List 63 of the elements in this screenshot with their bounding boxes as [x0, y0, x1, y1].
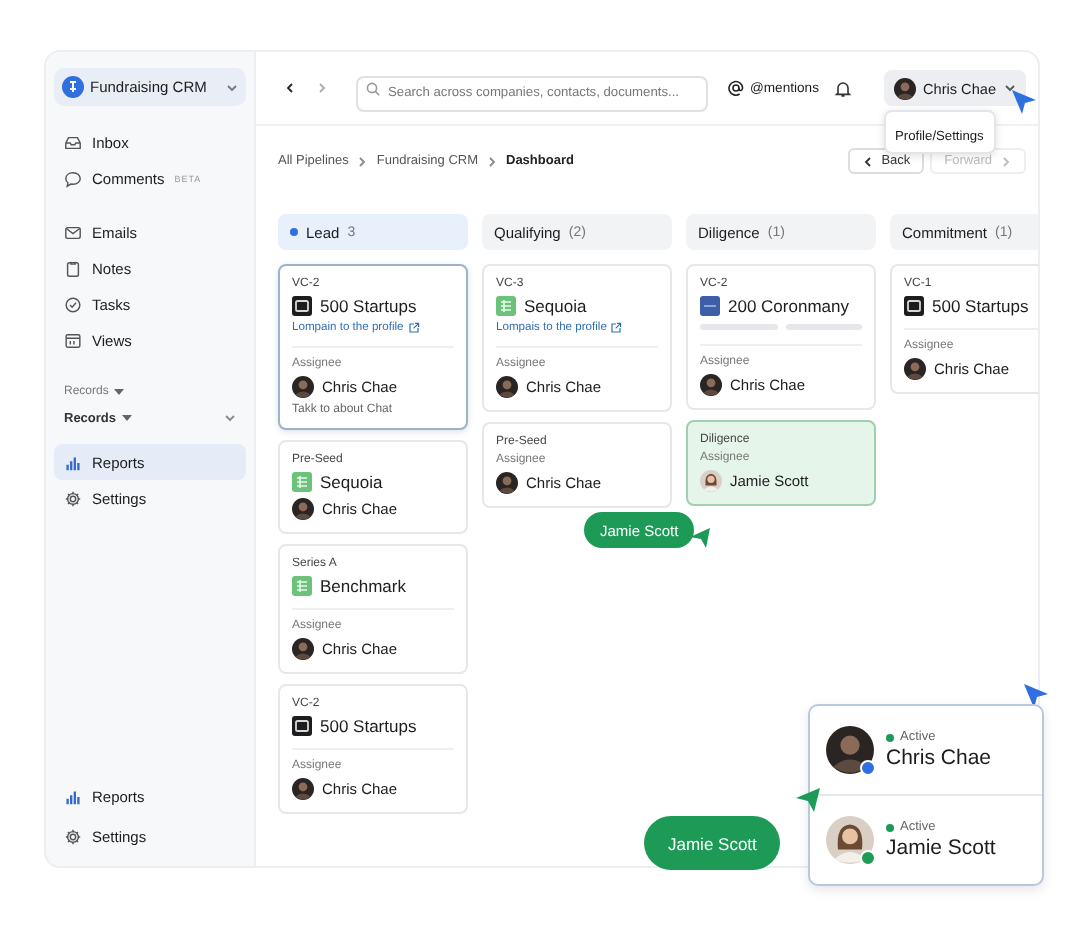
external-link-icon	[610, 322, 623, 334]
chart-icon	[64, 787, 82, 805]
cursor-icon	[1010, 88, 1038, 116]
user-name: Jamie Scott	[886, 836, 996, 860]
caret-icon	[114, 387, 125, 395]
gear-icon	[64, 489, 82, 507]
sheet-logo-icon	[496, 296, 516, 316]
user-cursor-label: Jamie Scott	[644, 816, 781, 870]
chevron-left-icon	[284, 82, 296, 94]
chart-icon	[64, 453, 82, 471]
cursor-icon	[1022, 682, 1050, 710]
chevron-right-icon	[486, 155, 498, 167]
avatar-icon	[292, 498, 314, 520]
mail-icon	[64, 223, 82, 241]
company-name: Benchmark	[320, 576, 406, 596]
gear-icon	[64, 827, 82, 845]
avatar-icon	[292, 778, 314, 800]
workspace-logo-icon	[62, 76, 84, 98]
avatar-icon	[826, 726, 874, 774]
company-logo-icon	[292, 716, 312, 736]
company-name: Sequoia	[524, 296, 587, 316]
chevron-left-icon	[861, 155, 874, 167]
avatar-icon	[700, 470, 722, 492]
company-name: 500 Startups	[320, 716, 417, 736]
status-dot	[886, 733, 894, 741]
view-icon	[64, 331, 82, 349]
company-logo-icon	[904, 296, 924, 316]
task-icon	[64, 295, 82, 313]
avatar-icon	[496, 472, 518, 494]
company-name: 500 Startups	[932, 296, 1029, 316]
avatar-icon	[904, 358, 926, 380]
company-name: 500 Startups	[320, 296, 417, 316]
company-name: 200 Coronmany	[728, 296, 849, 316]
chevron-down-icon	[1004, 82, 1016, 94]
company-name: Sequoia	[320, 472, 383, 492]
company-logo-icon	[700, 296, 720, 316]
avatar-icon	[893, 77, 915, 99]
inbox-icon	[64, 133, 82, 151]
status-dot	[886, 823, 894, 831]
cursor-icon	[794, 786, 822, 814]
external-link-icon	[407, 322, 420, 334]
avatar-icon	[292, 376, 314, 398]
sheet-logo-icon	[292, 576, 312, 596]
chevron-right-icon	[316, 82, 328, 94]
caret-icon	[122, 414, 133, 422]
status-dot	[290, 228, 298, 236]
avatar-icon	[292, 638, 314, 660]
chevron-right-icon	[356, 155, 369, 167]
avatar-icon	[700, 374, 722, 396]
search-icon	[366, 81, 380, 95]
avatar-icon	[826, 816, 874, 864]
chevron-down-icon	[226, 81, 238, 93]
sheet-logo-icon	[292, 472, 312, 492]
user-name: Chris Chae	[886, 746, 992, 770]
bell-icon[interactable]	[834, 79, 853, 97]
company-logo-icon	[292, 296, 312, 316]
cursor-icon	[688, 526, 712, 550]
chevron-right-icon	[1000, 155, 1012, 167]
at-icon	[728, 80, 744, 96]
chevron-down-icon	[224, 412, 236, 424]
avatar-icon	[496, 376, 518, 398]
comment-icon	[64, 169, 82, 187]
note-icon	[64, 259, 82, 277]
